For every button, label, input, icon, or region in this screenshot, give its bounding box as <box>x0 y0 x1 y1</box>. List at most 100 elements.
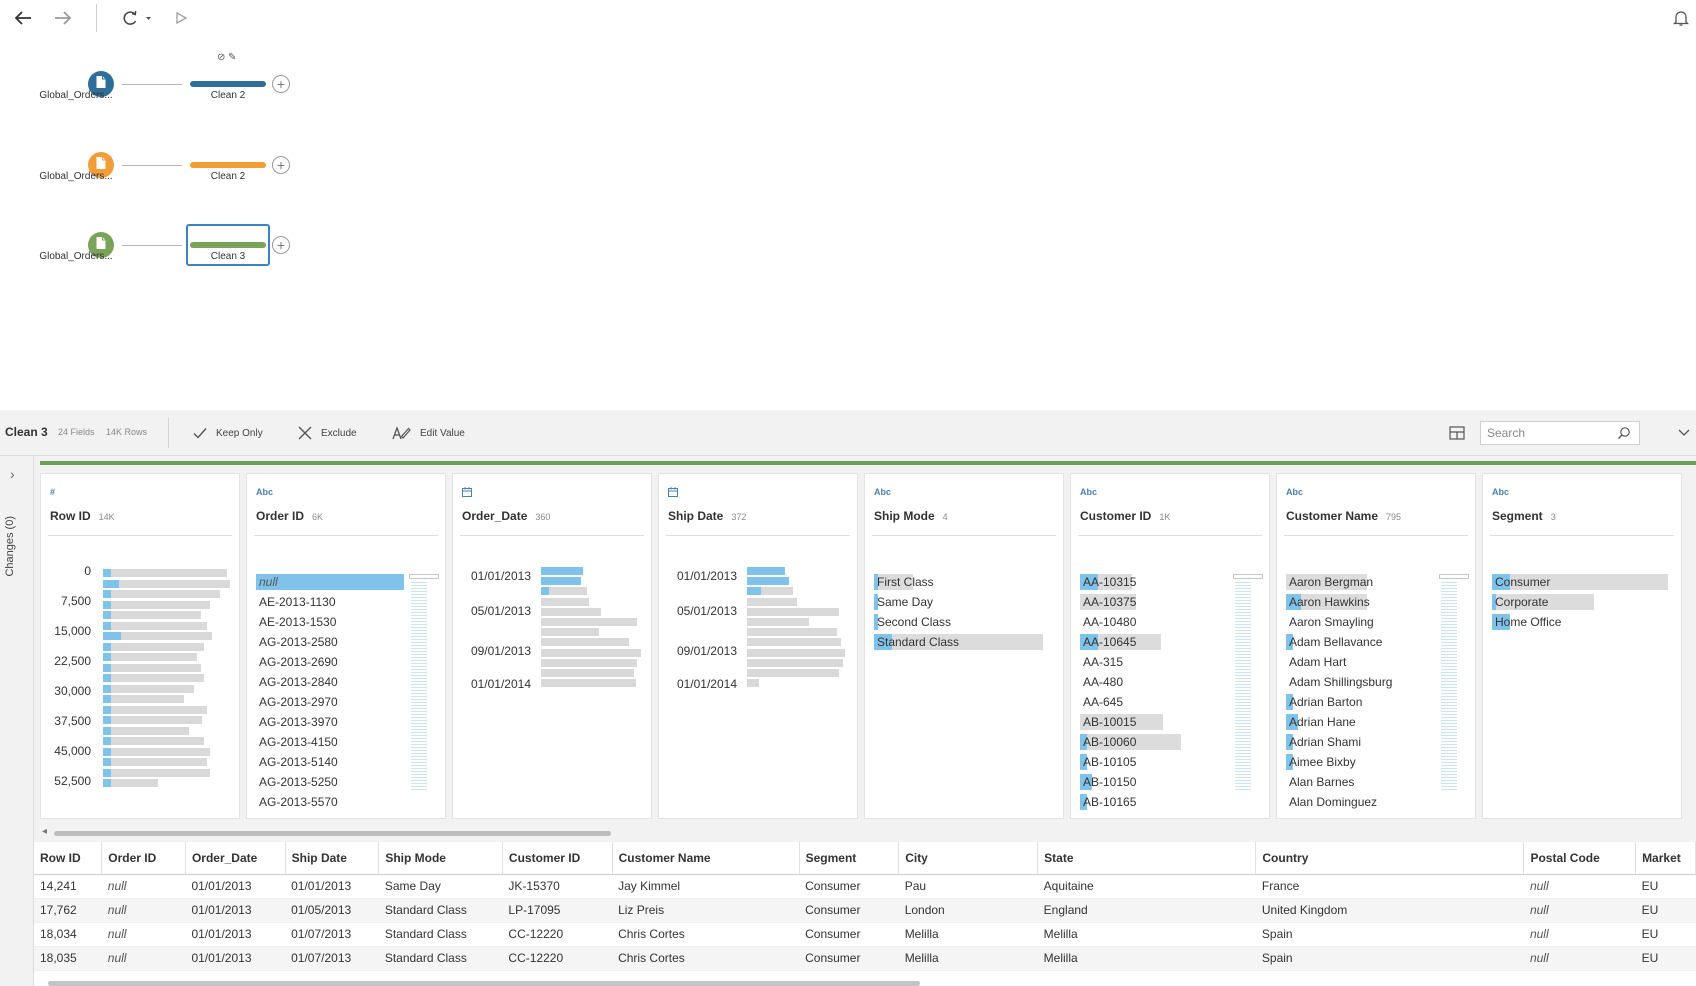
category-value[interactable]: Adam Bellavance <box>1286 634 1434 650</box>
category-value[interactable]: Adam Shillingsburg <box>1286 674 1434 690</box>
category-value[interactable]: AG-2013-5140 <box>256 754 404 770</box>
histogram-bar[interactable] <box>103 621 207 630</box>
table-cell[interactable]: Consumer <box>799 874 899 899</box>
back-button[interactable] <box>8 4 38 32</box>
column-header[interactable]: Row ID <box>34 842 103 875</box>
date-histogram-bar[interactable] <box>541 679 636 688</box>
table-cell[interactable]: 01/01/2013 <box>285 874 379 899</box>
category-value[interactable]: Adrian Shami <box>1286 734 1434 750</box>
category-value[interactable]: Aaron Hawkins <box>1286 594 1434 610</box>
table-cell[interactable]: Spain <box>1255 946 1524 971</box>
category-value[interactable]: AB-10015 <box>1080 714 1228 730</box>
column-header[interactable]: Ship Mode <box>378 842 503 875</box>
date-type-icon[interactable] <box>462 487 472 499</box>
category-value[interactable]: null <box>256 574 404 590</box>
table-cell[interactable]: 17,762 <box>34 898 102 923</box>
table-cell[interactable]: EU <box>1635 898 1696 923</box>
table-cell[interactable]: Spain <box>1255 922 1524 947</box>
category-value[interactable]: AG-2013-5570 <box>256 794 404 810</box>
histogram-bar[interactable] <box>103 569 227 577</box>
table-row[interactable]: 14,241 null 01/01/2013 01/01/2013 Same Day JK… <box>34 874 1696 899</box>
category-value[interactable]: AA-10480 <box>1080 614 1228 630</box>
table-cell[interactable]: 01/07/2013 <box>285 922 379 947</box>
date-histogram-bar[interactable] <box>541 658 637 667</box>
date-histogram-bar[interactable] <box>747 597 797 606</box>
date-histogram-bar[interactable] <box>747 587 793 596</box>
table-cell[interactable]: Jay Kimmel <box>612 874 800 899</box>
table-cell[interactable]: CC-12220 <box>502 922 613 947</box>
histogram-bar[interactable] <box>103 600 210 609</box>
profile-card[interactable]: Abc Customer ID 1K AA-10315 AA-10375 AA-10480… <box>1070 473 1270 819</box>
category-value[interactable]: AG-2013-4150 <box>256 734 404 750</box>
forward-button[interactable] <box>48 4 78 32</box>
table-cell[interactable]: Chris Cortes <box>612 922 800 947</box>
date-histogram-bar[interactable] <box>747 669 839 677</box>
histogram-bar[interactable] <box>103 747 210 756</box>
table-row[interactable]: 18,034 null 01/01/2013 01/07/2013 Standard C… <box>34 922 1696 947</box>
table-cell[interactable]: Same Day <box>378 874 503 899</box>
histogram-bar[interactable] <box>103 758 207 766</box>
category-value[interactable]: Alan Barnes <box>1286 774 1434 790</box>
table-cell[interactable]: 01/01/2013 <box>185 946 286 971</box>
date-histogram-bar[interactable] <box>747 638 841 647</box>
search-icon[interactable] <box>1617 426 1631 440</box>
edit-value-button[interactable]: Edit Value <box>392 421 465 445</box>
table-cell[interactable]: Consumer <box>799 898 899 923</box>
histogram-bar[interactable] <box>103 642 205 651</box>
run-flow-button[interactable] <box>166 4 196 32</box>
category-value[interactable]: AA-315 <box>1080 654 1228 670</box>
table-cell[interactable]: EU <box>1635 874 1696 899</box>
table-cell[interactable]: Melilla <box>1037 922 1256 947</box>
histogram-bar[interactable] <box>103 579 231 588</box>
column-header[interactable]: Order_Date <box>185 842 286 875</box>
histogram-bar[interactable] <box>103 695 184 703</box>
value-list-scroll-thumb[interactable] <box>1439 574 1469 579</box>
category-value[interactable]: Corporate <box>1492 594 1668 610</box>
category-value[interactable]: Adrian Barton <box>1286 694 1434 710</box>
date-histogram-bar[interactable] <box>541 628 599 637</box>
keep-only-button[interactable]: Keep Only <box>192 421 263 445</box>
histogram-bar[interactable] <box>103 663 201 672</box>
table-row[interactable]: 18,035 null 01/01/2013 01/07/2013 Standard C… <box>34 946 1696 971</box>
table-cell[interactable]: England <box>1037 898 1256 923</box>
table-cell[interactable]: Melilla <box>898 922 1038 947</box>
histogram-bar[interactable] <box>103 632 213 640</box>
add-step-button[interactable]: + <box>272 156 290 174</box>
histogram-bar[interactable] <box>103 674 205 682</box>
column-header[interactable]: Segment <box>799 842 900 875</box>
table-cell[interactable]: null <box>1523 922 1636 947</box>
histogram-bar[interactable] <box>103 779 158 787</box>
profile-card[interactable]: Ship Date 372 01/01/2013 05/01/2013 09/01/20… <box>658 473 858 819</box>
category-value[interactable]: AG-2013-3970 <box>256 714 404 730</box>
category-value[interactable]: Standard Class <box>874 634 1050 650</box>
table-cell[interactable]: null <box>101 946 186 971</box>
notifications-button[interactable] <box>1666 4 1696 32</box>
histogram-bar[interactable] <box>103 737 205 745</box>
date-histogram-bar[interactable] <box>747 567 785 575</box>
profile-card[interactable]: Abc Segment 3 Consumer Corporate Home Office <box>1482 473 1682 819</box>
table-cell[interactable]: null <box>101 874 186 899</box>
table-cell[interactable]: Melilla <box>898 946 1038 971</box>
category-value[interactable]: AG-2013-2580 <box>256 634 404 650</box>
category-value[interactable]: Same Day <box>874 594 1050 610</box>
column-header[interactable]: State <box>1037 842 1257 875</box>
table-cell[interactable]: 01/01/2013 <box>185 898 286 923</box>
histogram-bar[interactable] <box>103 726 189 735</box>
table-cell[interactable]: Consumer <box>799 946 899 971</box>
table-cell[interactable]: null <box>1523 898 1636 923</box>
table-cell[interactable]: Chris Cortes <box>612 946 800 971</box>
category-value[interactable]: Adam Hart <box>1286 654 1434 670</box>
column-header[interactable]: Customer ID <box>502 842 613 875</box>
date-histogram-bar[interactable] <box>541 577 581 586</box>
layout-toggle-button[interactable] <box>1442 419 1472 447</box>
column-header[interactable]: Country <box>1255 842 1525 875</box>
search-input[interactable] <box>1487 426 1617 440</box>
value-list-scrollbar[interactable] <box>1439 574 1469 794</box>
category-value[interactable]: AG-2013-2970 <box>256 694 404 710</box>
changes-toggle[interactable]: Changes (0) <box>4 516 16 577</box>
category-value[interactable]: AB-10060 <box>1080 734 1228 750</box>
category-value[interactable]: AG-2013-2840 <box>256 674 404 690</box>
string-type-icon[interactable]: Abc <box>256 487 273 497</box>
table-cell[interactable]: London <box>898 898 1038 923</box>
date-histogram-bar[interactable] <box>747 607 839 616</box>
